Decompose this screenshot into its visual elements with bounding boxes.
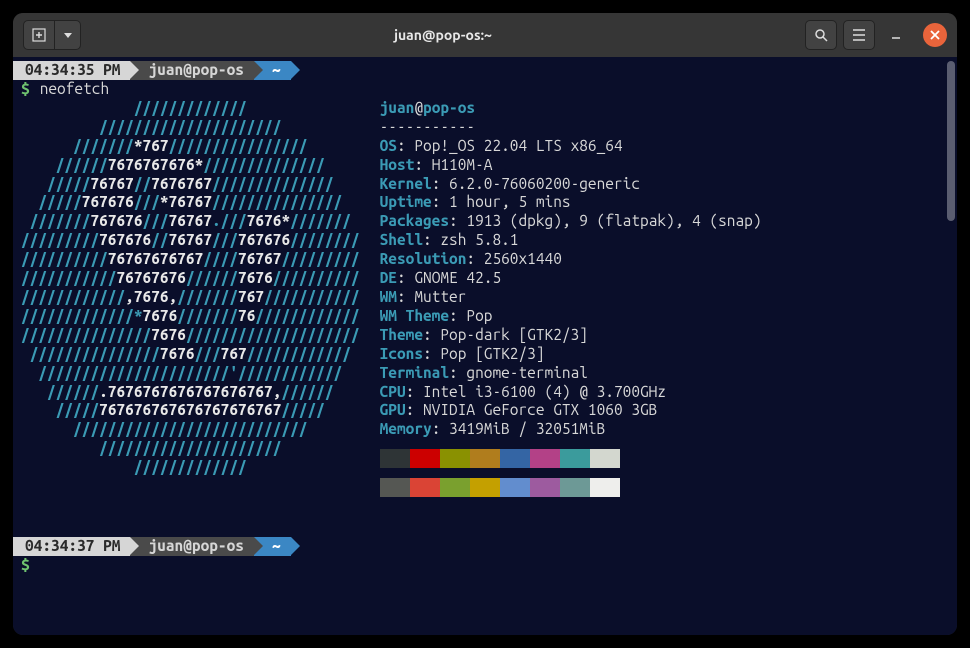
prompt-line-1: 04:34:35 PM juan@pop-os ~ — [13, 61, 949, 80]
color-swatch — [500, 478, 530, 497]
color-swatch — [380, 478, 410, 497]
info-row: Terminal: gnome-terminal — [380, 364, 762, 383]
prompt-symbol: $ — [21, 80, 30, 99]
info-row: Host: H110M-A — [380, 156, 762, 175]
info-row: Resolution: 2560x1440 — [380, 250, 762, 269]
info-row: Shell: zsh 5.8.1 — [380, 231, 762, 250]
new-tab-dropdown-button[interactable] — [55, 20, 81, 50]
color-swatch — [560, 478, 590, 497]
info-row: Memory: 3419MiB / 32051MiB — [380, 420, 762, 439]
color-swatch — [530, 478, 560, 497]
color-palette-row-1 — [380, 449, 762, 468]
prompt-line-2: 04:34:37 PM juan@pop-os ~ — [13, 537, 949, 556]
scrollbar-thumb[interactable] — [947, 61, 955, 221]
info-row: Packages: 1913 (dpkg), 9 (flatpak), 4 (s… — [380, 212, 762, 231]
command-line-1: $ neofetch — [21, 80, 949, 99]
info-row: OS: Pop!_OS 22.04 LTS x86_64 — [380, 137, 762, 156]
color-swatch — [500, 449, 530, 468]
color-swatch — [440, 449, 470, 468]
info-row: DE: GNOME 42.5 — [380, 269, 762, 288]
search-button[interactable] — [805, 20, 837, 50]
color-swatch — [440, 478, 470, 497]
color-swatch — [590, 449, 620, 468]
prompt-time: 04:34:35 PM — [13, 61, 130, 80]
color-swatch — [470, 449, 500, 468]
command-text: neofetch — [40, 80, 109, 99]
info-row: GPU: NVIDIA GeForce GTX 1060 3GB — [380, 401, 762, 420]
neofetch-info: juan@pop-os ----------- OS: Pop!_OS 22.0… — [380, 99, 762, 497]
command-line-2: $ — [21, 556, 949, 575]
color-swatch — [470, 478, 500, 497]
info-row: Theme: Pop-dark [GTK2/3] — [380, 326, 762, 345]
separator-dashes: ----------- — [380, 118, 762, 137]
prompt-host: juan@pop-os — [130, 537, 253, 556]
close-button[interactable] — [923, 23, 947, 47]
window-title: juan@pop-os:~ — [87, 27, 799, 43]
color-swatch — [530, 449, 560, 468]
info-row: CPU: Intel i3-6100 (4) @ 3.700GHz — [380, 383, 762, 402]
minimize-button[interactable] — [881, 20, 911, 50]
color-swatch — [380, 449, 410, 468]
terminal-area[interactable]: 04:34:35 PM juan@pop-os ~ $ neofetch ///… — [13, 57, 957, 635]
color-swatch — [410, 449, 440, 468]
info-row: Icons: Pop [GTK2/3] — [380, 345, 762, 364]
info-row: Kernel: 6.2.0-76060200-generic — [380, 175, 762, 194]
info-row: WM Theme: Pop — [380, 307, 762, 326]
color-palette-row-2 — [380, 478, 762, 497]
prompt-symbol: $ — [21, 556, 30, 575]
new-tab-button[interactable] — [23, 20, 55, 50]
titlebar: juan@pop-os:~ — [13, 13, 957, 57]
prompt-host: juan@pop-os — [130, 61, 253, 80]
color-swatch — [410, 478, 440, 497]
color-swatch — [560, 449, 590, 468]
prompt-time: 04:34:37 PM — [13, 537, 130, 556]
info-row: Uptime: 1 hour, 5 mins — [380, 193, 762, 212]
color-swatch — [590, 478, 620, 497]
info-row: WM: Mutter — [380, 288, 762, 307]
user-host-line: juan@pop-os — [380, 99, 762, 118]
ascii-logo: ///////////// ///////////////////// ////… — [21, 99, 360, 497]
menu-button[interactable] — [843, 20, 875, 50]
terminal-window: juan@pop-os:~ 04:34:35 PM juan@pop-os ~ … — [13, 13, 957, 635]
